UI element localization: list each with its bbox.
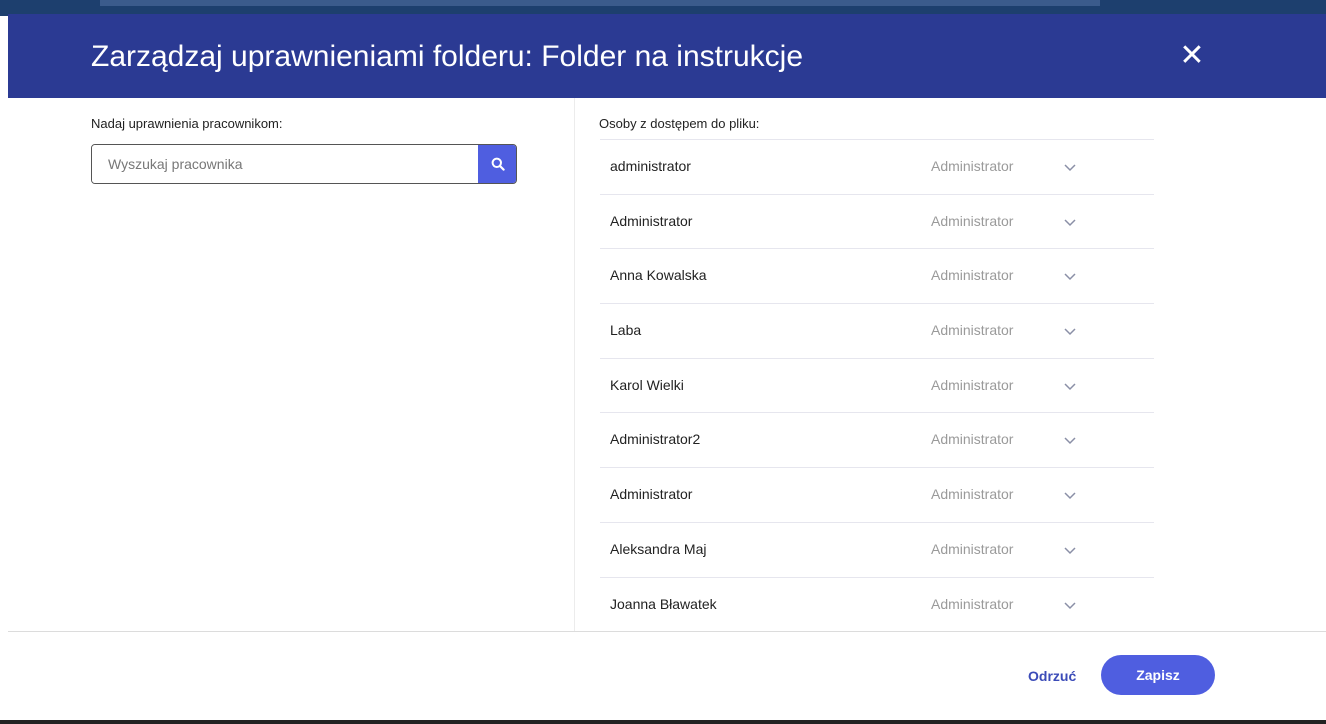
chevron-down-icon[interactable] bbox=[1062, 159, 1078, 175]
close-icon[interactable]: ✕ bbox=[1174, 38, 1210, 74]
access-list-row: Administrator Administrator bbox=[600, 467, 1154, 522]
person-name: Anna Kowalska bbox=[610, 267, 707, 284]
access-list-row: Aleksandra Maj Administrator bbox=[600, 521, 1154, 577]
employee-search bbox=[91, 144, 517, 184]
grant-permissions-panel: Nadaj uprawnienia pracownikom: bbox=[8, 98, 575, 631]
chevron-down-icon[interactable] bbox=[1062, 323, 1078, 339]
role-select[interactable]: Administrator bbox=[931, 267, 1013, 283]
footer-divider bbox=[8, 631, 1326, 632]
window-top-strip-inner bbox=[100, 0, 1100, 6]
role-select[interactable]: Administrator bbox=[931, 541, 1013, 557]
access-list-label: Osoby z dostępem do pliku: bbox=[599, 116, 760, 131]
search-button[interactable] bbox=[478, 145, 516, 183]
role-select[interactable]: Administrator bbox=[931, 431, 1013, 447]
chevron-down-icon[interactable] bbox=[1062, 542, 1078, 558]
window-bottom-edge bbox=[0, 720, 1326, 724]
discard-button[interactable]: Odrzuć bbox=[1028, 668, 1076, 684]
chevron-down-icon[interactable] bbox=[1062, 268, 1078, 284]
person-name: Administrator2 bbox=[610, 431, 701, 448]
role-select[interactable]: Administrator bbox=[931, 486, 1013, 502]
access-list-row: Administrator Administrator bbox=[600, 193, 1154, 249]
person-name: Aleksandra Maj bbox=[610, 540, 707, 557]
person-name: Karol Wielki bbox=[610, 376, 684, 393]
person-name: Joanna Bławatek bbox=[610, 595, 717, 612]
dialog-header: Zarządzaj uprawnieniami folderu: Folder … bbox=[8, 14, 1326, 98]
person-name: Administrator bbox=[610, 486, 693, 503]
role-select[interactable]: Administrator bbox=[931, 213, 1013, 229]
chevron-down-icon[interactable] bbox=[1062, 487, 1078, 503]
access-list-row: Anna Kowalska Administrator bbox=[600, 248, 1154, 303]
chevron-down-icon[interactable] bbox=[1062, 214, 1078, 230]
chevron-down-icon[interactable] bbox=[1062, 597, 1078, 613]
permissions-dialog: Zarządzaj uprawnieniami folderu: Folder … bbox=[8, 14, 1326, 720]
person-name: administrator bbox=[610, 158, 691, 174]
search-input[interactable] bbox=[92, 145, 478, 183]
role-select[interactable]: Administrator bbox=[931, 377, 1013, 393]
person-name: Administrator bbox=[610, 212, 693, 229]
role-select[interactable]: Administrator bbox=[931, 158, 1013, 174]
person-name: Laba bbox=[610, 322, 642, 339]
search-icon bbox=[491, 157, 505, 171]
access-list: administrator Administrator Administrator A… bbox=[600, 139, 1154, 631]
dialog-title: Zarządzaj uprawnieniami folderu: Folder … bbox=[91, 40, 804, 73]
grant-permissions-label: Nadaj uprawnienia pracownikom: bbox=[91, 116, 283, 131]
save-button[interactable]: Zapisz bbox=[1101, 655, 1215, 695]
access-list-row: administrator Administrator bbox=[600, 139, 1154, 194]
role-select[interactable]: Administrator bbox=[931, 322, 1013, 338]
access-list-row: Karol Wielki Administrator bbox=[600, 357, 1154, 413]
access-list-row: Laba Administrator bbox=[600, 303, 1154, 358]
role-select[interactable]: Administrator bbox=[931, 596, 1013, 612]
chevron-down-icon[interactable] bbox=[1062, 432, 1078, 448]
access-list-row: Administrator2 Administrator bbox=[600, 412, 1154, 467]
chevron-down-icon[interactable] bbox=[1062, 378, 1078, 394]
access-list-row: Joanna Bławatek Administrator bbox=[600, 576, 1154, 632]
